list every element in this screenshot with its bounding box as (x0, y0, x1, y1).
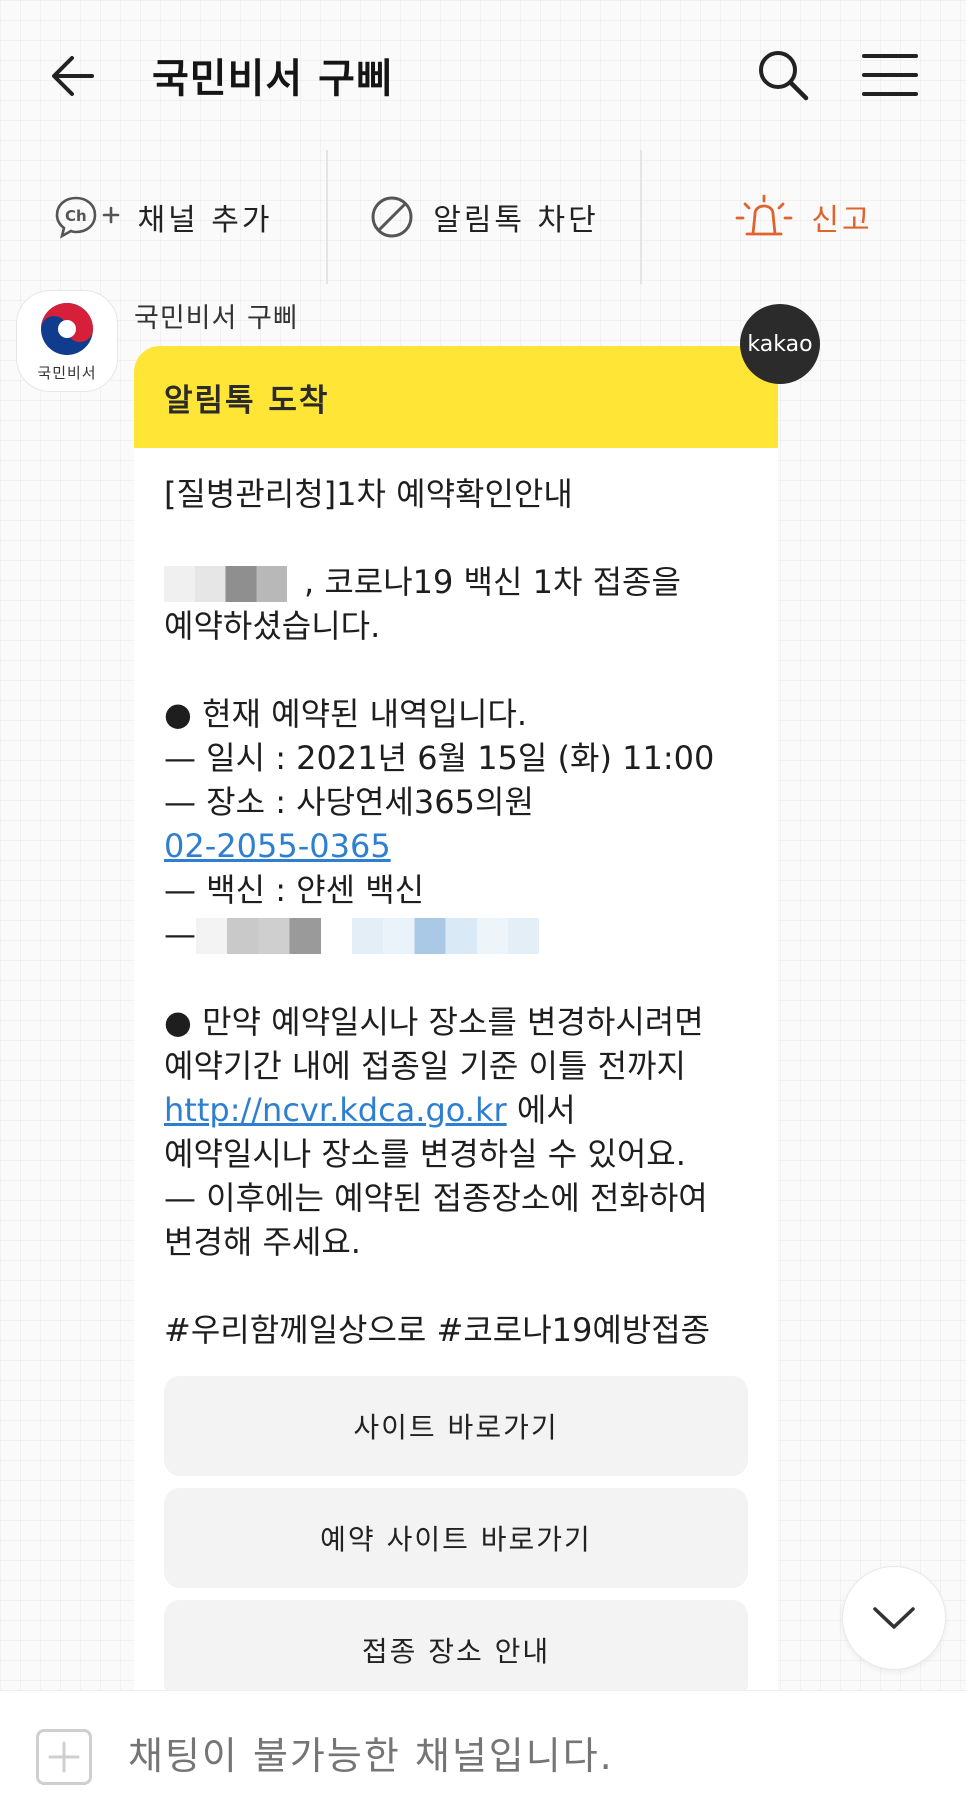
search-icon[interactable] (756, 48, 812, 104)
redacted-name (164, 566, 304, 602)
block-alimtalk-button[interactable]: 알림톡 차단 (328, 150, 640, 284)
message-text: 예약기간 내에 접종일 기준 이틀 전까지 (164, 1047, 686, 1085)
back-arrow-icon[interactable] (46, 48, 102, 104)
reservation-datetime: — 일시 : 2021년 6월 15일 (화) 11:00 (164, 739, 715, 777)
channel-add-icon: Ch (54, 194, 120, 240)
report-button[interactable]: 신고 (642, 150, 966, 284)
sender-name: 국민비서 구삐 (134, 303, 299, 334)
add-channel-label: 채널 추가 (137, 203, 273, 238)
message-buttons: 사이트 바로가기 예약 사이트 바로가기 접종 장소 안내 (164, 1376, 748, 1690)
vaccination-place-button[interactable]: 접종 장소 안내 (164, 1600, 748, 1690)
message-greeting: , 코로나19 백신 1차 접종을 (164, 560, 748, 604)
redacted-line: — (164, 912, 748, 956)
add-channel-button[interactable]: Ch 채널 추가 (0, 150, 326, 284)
svg-text:Ch: Ch (65, 207, 87, 225)
chat-input-bar (0, 1690, 966, 1818)
chat-input[interactable] (128, 1721, 888, 1791)
ncvr-url-link[interactable]: http://ncvr.kdca.go.kr (164, 1091, 507, 1129)
bubble-title: 알림톡 도착 (134, 346, 778, 448)
message-hashtags: #우리함께일상으로 #코로나19예방접종 (164, 1311, 711, 1349)
message-text: ● 만약 예약일시나 장소를 변경하시려면 (164, 1003, 704, 1041)
reservation-place: — 장소 : 사당연세365의원 (164, 783, 534, 821)
reservation-site-button[interactable]: 예약 사이트 바로가기 (164, 1488, 748, 1588)
alimtalk-message-bubble: 알림톡 도착 [질병관리청]1차 예약확인안내 , 코로나19 백신 1차 접종… (134, 346, 778, 1690)
avatar-label: 국민비서 (37, 363, 97, 382)
page-title: 국민비서 구삐 (152, 56, 394, 102)
redacted-info (196, 918, 586, 954)
channel-avatar[interactable]: 국민비서 (16, 290, 118, 392)
kakao-badge: kakao (740, 304, 820, 384)
block-alimtalk-label: 알림톡 차단 (433, 203, 599, 238)
report-label: 신고 (811, 203, 873, 238)
reservation-vaccine: — 백신 : 얀센 백신 (164, 871, 425, 909)
siren-icon (735, 194, 793, 240)
top-app-bar: 국민비서 구삐 (0, 0, 966, 150)
message-text: ● 현재 예약된 내역입니다. (164, 695, 528, 733)
taegeuk-logo-icon (41, 302, 93, 355)
chevron-down-icon (873, 1607, 915, 1629)
channel-action-bar: Ch 채널 추가 알림톡 차단 신고 (0, 150, 966, 284)
message-text: 예약일시나 장소를 변경하실 수 있어요. (164, 1135, 686, 1173)
message-body: [질병관리청]1차 예약확인안내 , 코로나19 백신 1차 접종을 예약하셨습… (134, 448, 778, 1352)
block-icon (369, 194, 415, 240)
message-text: 예약하셨습니다. (164, 607, 381, 645)
hamburger-menu-icon[interactable] (860, 50, 920, 100)
message-heading: [질병관리청]1차 예약확인안내 (164, 475, 573, 513)
message-text: 변경해 주세요. (164, 1223, 361, 1261)
site-shortcut-button[interactable]: 사이트 바로가기 (164, 1376, 748, 1476)
scroll-down-button[interactable] (842, 1566, 946, 1670)
message-text: — 이후에는 예약된 접종장소에 전화하여 (164, 1179, 708, 1217)
phone-link[interactable]: 02-2055-0365 (164, 827, 391, 865)
plus-icon[interactable] (36, 1729, 92, 1785)
